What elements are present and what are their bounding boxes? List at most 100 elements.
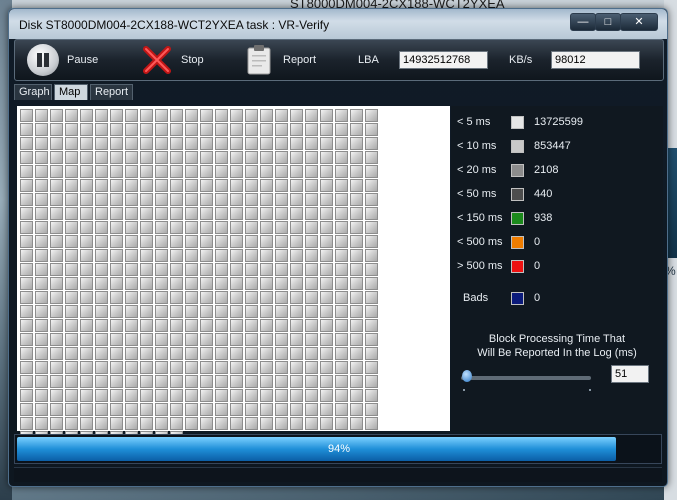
map-block	[290, 361, 303, 374]
pause-button[interactable]: Pause	[27, 43, 98, 77]
map-block	[20, 305, 33, 318]
map-block	[305, 165, 318, 178]
map-block	[365, 277, 378, 290]
map-block	[215, 319, 228, 332]
map-block	[20, 361, 33, 374]
map-block	[50, 305, 63, 318]
maximize-button[interactable]: □	[595, 13, 621, 31]
map-block	[230, 263, 243, 276]
map-block	[95, 235, 108, 248]
map-block	[365, 319, 378, 332]
map-block	[50, 123, 63, 136]
map-block	[50, 249, 63, 262]
map-block	[110, 361, 123, 374]
map-block	[35, 403, 48, 416]
map-block	[80, 123, 93, 136]
map-block	[185, 137, 198, 150]
map-block	[35, 347, 48, 360]
close-button[interactable]: ✕	[620, 13, 658, 31]
map-block	[155, 165, 168, 178]
legend-row: < 50 ms 440	[457, 186, 614, 202]
slider-thumb[interactable]	[462, 370, 472, 382]
map-block	[200, 249, 213, 262]
map-block	[20, 221, 33, 234]
map-block	[335, 221, 348, 234]
map-block	[200, 277, 213, 290]
stop-button[interactable]: Stop	[141, 43, 204, 77]
map-block	[140, 403, 153, 416]
map-block	[20, 263, 33, 276]
map-block	[365, 207, 378, 220]
legend-count: 0	[534, 236, 541, 248]
threshold-note-line2: Will Be Reported In the Log (ms)	[477, 347, 637, 359]
map-block	[65, 193, 78, 206]
map-block	[335, 333, 348, 346]
map-block	[365, 193, 378, 206]
map-block	[245, 235, 258, 248]
map-block	[20, 403, 33, 416]
map-block	[20, 291, 33, 304]
map-block	[350, 207, 363, 220]
map-block	[140, 375, 153, 388]
map-block	[140, 347, 153, 360]
map-block	[170, 389, 183, 402]
map-block	[320, 361, 333, 374]
map-block	[335, 137, 348, 150]
map-block	[50, 165, 63, 178]
title-bar[interactable]: Disk ST8000DM004-2CX188-WCT2YXEA task : …	[9, 9, 667, 39]
tab-report[interactable]: Report	[90, 84, 133, 100]
map-block	[305, 403, 318, 416]
map-block	[110, 333, 123, 346]
map-block	[305, 389, 318, 402]
map-block	[35, 333, 48, 346]
map-block	[335, 347, 348, 360]
map-block	[305, 347, 318, 360]
map-block	[200, 403, 213, 416]
lba-field[interactable]	[399, 51, 488, 69]
map-block	[110, 221, 123, 234]
map-block	[35, 123, 48, 136]
map-block	[275, 333, 288, 346]
speed-field[interactable]	[551, 51, 640, 69]
map-block	[35, 137, 48, 150]
map-block	[245, 389, 258, 402]
map-block	[320, 249, 333, 262]
map-block	[245, 375, 258, 388]
tab-graph[interactable]: Graph	[14, 84, 52, 100]
legend-row: < 500 ms 0	[457, 234, 614, 250]
map-block	[170, 221, 183, 234]
map-block	[35, 417, 48, 430]
map-block	[95, 403, 108, 416]
map-block	[350, 193, 363, 206]
map-block	[80, 263, 93, 276]
map-block	[80, 305, 93, 318]
map-block	[365, 179, 378, 192]
map-block	[20, 109, 33, 122]
map-block	[140, 221, 153, 234]
map-block	[110, 389, 123, 402]
map-block	[170, 249, 183, 262]
app-window: Disk ST8000DM004-2CX188-WCT2YXEA task : …	[8, 8, 668, 487]
map-block	[335, 235, 348, 248]
map-block	[35, 305, 48, 318]
tab-map[interactable]: Map	[54, 84, 88, 100]
map-block	[260, 109, 273, 122]
map-block	[155, 403, 168, 416]
map-block	[275, 137, 288, 150]
threshold-input[interactable]	[611, 365, 649, 383]
map-block	[365, 235, 378, 248]
map-block	[245, 221, 258, 234]
map-block	[245, 179, 258, 192]
map-block	[65, 347, 78, 360]
map-block	[365, 123, 378, 136]
map-block	[335, 263, 348, 276]
legend-swatch	[511, 139, 524, 153]
clipboard-icon	[247, 45, 271, 75]
report-button[interactable]: Report	[243, 43, 316, 77]
map-block	[305, 221, 318, 234]
threshold-slider[interactable]	[461, 376, 591, 380]
map-block	[35, 207, 48, 220]
map-block	[215, 193, 228, 206]
minimize-button[interactable]: —	[570, 13, 596, 31]
map-block	[140, 333, 153, 346]
